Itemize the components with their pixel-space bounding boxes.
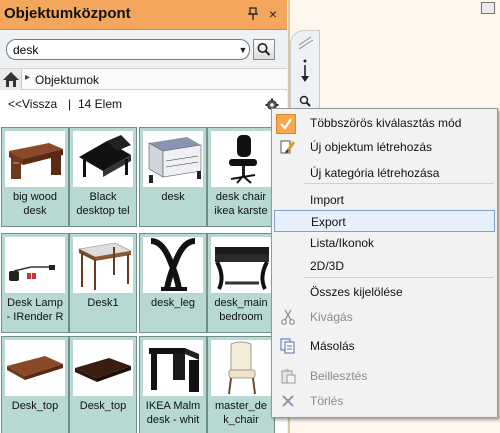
object-tile-label: Desk_top — [11, 400, 59, 412]
object-center-panel: Objektumközpont × ▼ ▸ Objektumok <<Vissz… — [0, 0, 287, 433]
menu-item[interactable]: Kivágás — [274, 306, 495, 328]
desk-top-1-thumbnail-icon — [5, 340, 65, 396]
chevron-down-icon[interactable]: ▼ — [237, 43, 249, 57]
menu-item[interactable]: Export — [274, 210, 495, 232]
menu-item[interactable]: Másolás — [274, 335, 495, 357]
back-link[interactable]: <<Vissza — [8, 97, 57, 111]
small-desk-thumbnail-icon — [73, 237, 133, 293]
home-icon — [3, 72, 19, 87]
object-tile-label: Black desktop tel — [76, 191, 130, 217]
delete-icon — [280, 393, 296, 409]
object-tile[interactable]: Desk Lamp - IRender R — [1, 233, 69, 333]
nav-separator: | — [68, 97, 72, 111]
object-tile[interactable]: desk — [139, 127, 207, 227]
menu-item-label: Lista/Ikonok — [310, 236, 375, 250]
menu-item[interactable]: 2D/3D — [274, 255, 495, 277]
menu-item-label: Beillesztés — [310, 369, 368, 383]
checkmark-icon — [276, 114, 296, 134]
menu-item-label: Export — [311, 215, 346, 229]
menu-item-label: Összes kijelölése — [310, 285, 403, 299]
search-input-box[interactable]: ▼ — [6, 39, 250, 60]
wood-desk-thumbnail-icon — [5, 131, 65, 187]
object-tile[interactable]: big wood desk — [1, 127, 69, 227]
object-grid: big wood desk Black desktop tel desk desk c… — [0, 122, 287, 433]
menu-item[interactable]: Lista/Ikonok — [274, 232, 495, 254]
menu-item-label: Új kategória létrehozása — [310, 166, 440, 180]
menu-item[interactable]: Törlés — [274, 390, 495, 412]
object-tile-label: desk_main bedroom — [214, 297, 268, 323]
menu-item[interactable]: Import — [274, 189, 495, 211]
bedroom-desk-thumbnail-icon — [211, 237, 271, 293]
malm-desk-thumbnail-icon — [143, 340, 203, 396]
menu-item[interactable]: Összes kijelölése — [274, 281, 495, 303]
menu-item-label: Kivágás — [310, 310, 353, 324]
desk-top-2-thumbnail-icon — [73, 340, 133, 396]
menu-separator — [304, 277, 494, 278]
object-tile-label: desk chair ikea karste — [214, 191, 268, 217]
menu-item-label: Import — [310, 193, 345, 207]
object-tile-label: master_de k_chair — [215, 400, 267, 426]
copy-icon — [280, 338, 296, 354]
zoom-icon[interactable] — [299, 95, 311, 107]
breadcrumb-item-objects[interactable]: Objektumok — [35, 73, 99, 87]
menu-item-label: 2D/3D — [310, 259, 345, 273]
menu-item-label: Másolás — [310, 339, 355, 353]
object-tile-label: Desk_top — [79, 400, 127, 412]
item-count: 14 Elem — [78, 97, 123, 111]
object-tile-label: big wood desk — [12, 191, 58, 217]
desk-lamp-thumbnail-icon — [5, 237, 65, 293]
search-row: ▼ — [0, 30, 287, 68]
object-tile-label: Desk1 — [87, 297, 119, 309]
black-desk-thumbnail-icon — [73, 131, 133, 187]
window-button[interactable] — [481, 2, 495, 14]
object-tile-label: Desk Lamp - IRender R — [6, 297, 64, 323]
menu-item-label: Új objektum létrehozás — [310, 140, 433, 154]
menu-item[interactable]: Új kategória létrehozása — [274, 162, 495, 184]
grip-icon — [298, 36, 314, 50]
object-tile[interactable]: desk chair ikea karste — [207, 127, 275, 227]
object-tile-label: desk_leg — [150, 297, 196, 309]
context-menu: Többszörös kiválasztás mód Új objektum lé… — [271, 108, 498, 418]
desk-leg-thumbnail-icon — [143, 237, 203, 293]
breadcrumb-separator-icon: ▸ — [25, 72, 31, 83]
panel-titlebar: Objektumközpont × — [0, 0, 287, 30]
home-button[interactable] — [0, 69, 22, 90]
search-button[interactable] — [253, 39, 275, 60]
menu-item-label: Törlés — [310, 394, 344, 408]
metal-desk-thumbnail-icon — [143, 131, 203, 187]
object-tile[interactable]: Black desktop tel — [69, 127, 137, 227]
object-tile-label: desk — [161, 191, 185, 203]
office-chair-thumbnail-icon — [211, 131, 271, 187]
object-tile[interactable]: Desk_top — [69, 336, 137, 433]
pin-icon[interactable] — [246, 6, 260, 22]
arrow-down-icon[interactable] — [301, 59, 309, 83]
paste-icon — [280, 368, 296, 384]
object-tile[interactable]: desk_leg — [139, 233, 207, 333]
master-chair-thumbnail-icon — [211, 340, 271, 396]
menu-item[interactable]: Új objektum létrehozás — [274, 136, 495, 158]
close-icon[interactable]: × — [266, 6, 280, 22]
object-tile[interactable]: Desk_top — [1, 336, 69, 433]
menu-item-label: Többszörös kiválasztás mód — [310, 116, 462, 130]
panel-title: Objektumközpont — [4, 5, 131, 22]
object-tile-label: IKEA Malm desk - whit — [145, 400, 201, 426]
search-input[interactable] — [13, 41, 223, 58]
new-object-icon — [280, 139, 296, 155]
scissors-icon — [280, 309, 296, 325]
object-tile[interactable]: desk_main bedroom — [207, 233, 275, 333]
menu-item[interactable]: Többszörös kiválasztás mód — [274, 112, 495, 134]
nav-row: <<Vissza | 14 Elem — [0, 91, 287, 121]
search-icon — [257, 43, 271, 56]
menu-item[interactable]: Beillesztés — [274, 365, 495, 387]
object-tile[interactable]: master_de k_chair — [207, 336, 275, 433]
object-tile[interactable]: IKEA Malm desk - whit — [139, 336, 207, 433]
breadcrumb: ▸ Objektumok — [0, 68, 287, 90]
object-tile[interactable]: Desk1 — [69, 233, 137, 333]
